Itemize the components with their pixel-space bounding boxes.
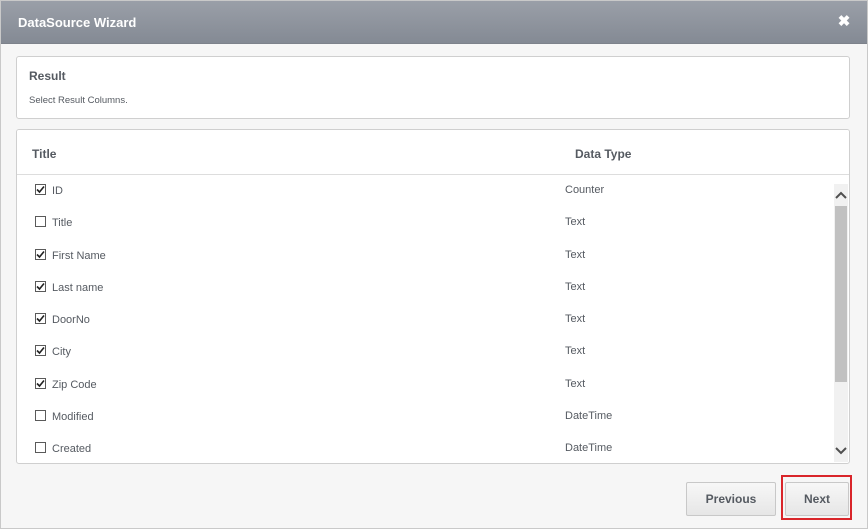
columns-grid: Title Data Type ID Counter Title Text First … xyxy=(16,129,850,464)
row-data-type: DateTime xyxy=(565,442,613,455)
row-checkbox[interactable] xyxy=(35,216,46,228)
checkmark-icon xyxy=(36,379,45,387)
row-title: Zip Code xyxy=(52,378,97,391)
checkmark-icon xyxy=(36,250,45,258)
grid-header: Title Data Type xyxy=(17,130,849,175)
next-button[interactable]: Next xyxy=(785,482,849,516)
table-row[interactable]: Title Text xyxy=(17,207,833,239)
row-data-type: Text xyxy=(565,280,586,293)
row-checkbox[interactable] xyxy=(35,377,46,389)
result-heading: Result xyxy=(29,69,66,83)
table-row[interactable]: Created DateTime xyxy=(17,433,833,463)
dialog-title: DataSource Wizard xyxy=(18,15,137,30)
checkmark-icon xyxy=(36,315,45,323)
grid-scrollbar[interactable] xyxy=(834,184,848,462)
checkmark-icon xyxy=(36,282,45,291)
row-checkbox[interactable] xyxy=(35,410,46,422)
result-subtitle: Select Result Columns. xyxy=(29,95,128,106)
row-data-type: Text xyxy=(565,313,586,326)
table-row[interactable]: City Text xyxy=(17,336,833,368)
row-checkbox[interactable] xyxy=(35,248,46,260)
checkmark-icon xyxy=(36,347,45,355)
row-checkbox[interactable] xyxy=(35,184,46,195)
table-row[interactable]: ID Counter xyxy=(17,175,833,207)
column-header-title: Title xyxy=(32,147,57,161)
row-data-type: Counter xyxy=(565,184,605,196)
row-title: Title xyxy=(52,217,73,230)
table-row[interactable]: Modified DateTime xyxy=(17,401,833,433)
row-data-type: Text xyxy=(565,216,586,229)
table-row[interactable]: Last name Text xyxy=(17,272,833,304)
row-title: City xyxy=(52,346,71,359)
row-checkbox[interactable] xyxy=(35,313,46,325)
result-panel: Result Select Result Columns. xyxy=(16,56,850,119)
row-title: DoorNo xyxy=(52,314,90,327)
column-header-data-type: Data Type xyxy=(575,147,632,161)
row-data-type: Text xyxy=(565,345,586,358)
checkmark-icon xyxy=(36,185,45,194)
table-row[interactable]: First Name Text xyxy=(17,240,833,272)
scrollbar-thumb[interactable] xyxy=(835,206,847,382)
row-data-type: Text xyxy=(565,248,586,261)
scroll-down-icon[interactable] xyxy=(834,442,848,460)
datasource-wizard-dialog: DataSource Wizard ✖ Result Select Result… xyxy=(0,0,868,529)
row-title: Created xyxy=(52,443,92,456)
table-row[interactable]: DoorNo Text xyxy=(17,304,833,336)
grid-rows: ID Counter Title Text First Name Text Last nam… xyxy=(17,175,833,463)
row-title: First Name xyxy=(52,249,106,262)
dialog-titlebar: DataSource Wizard ✖ xyxy=(1,1,867,44)
row-title: Modified xyxy=(52,411,94,424)
table-row[interactable]: Zip Code Text xyxy=(17,369,833,401)
row-checkbox[interactable] xyxy=(35,280,46,292)
row-checkbox[interactable] xyxy=(35,345,46,357)
row-title: ID xyxy=(52,185,63,197)
row-checkbox[interactable] xyxy=(35,442,46,454)
row-data-type: DateTime xyxy=(565,410,613,423)
row-data-type: Text xyxy=(565,377,586,390)
close-icon[interactable]: ✖ xyxy=(836,13,852,30)
row-title: Last name xyxy=(52,281,104,294)
previous-button[interactable]: Previous xyxy=(686,482,776,516)
scroll-up-icon[interactable] xyxy=(834,186,848,204)
